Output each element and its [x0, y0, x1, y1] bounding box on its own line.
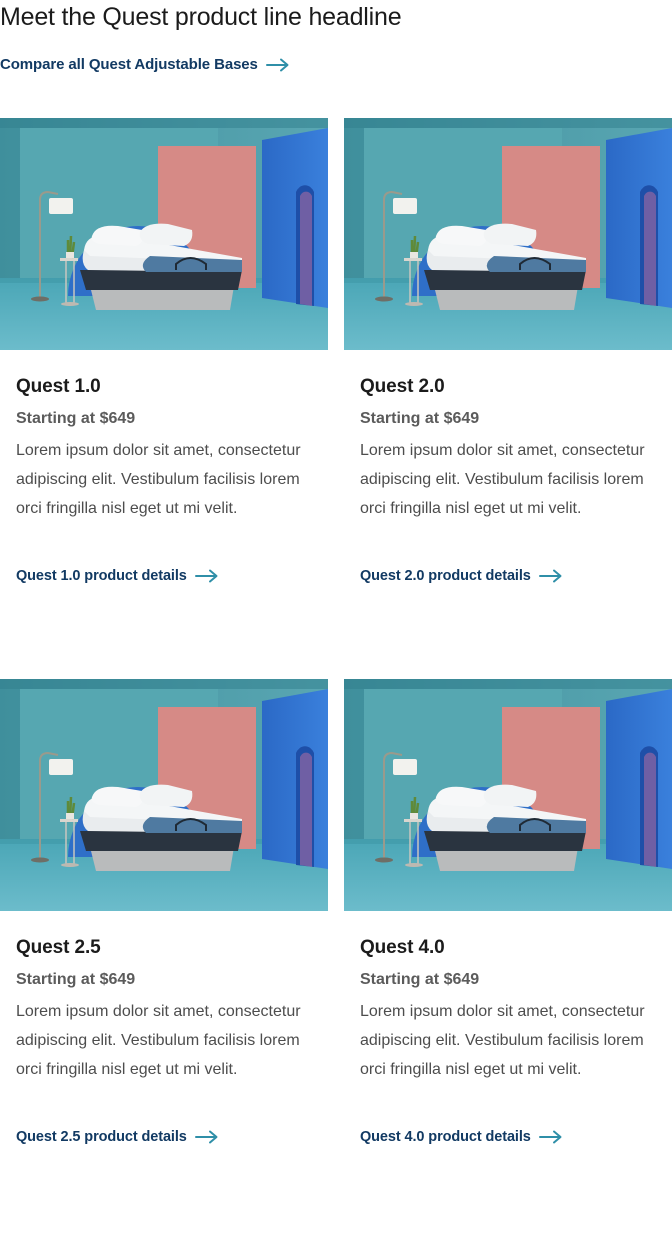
product-price: Starting at $649 — [360, 410, 480, 427]
product-details-link[interactable]: Quest 2.0 product details — [360, 568, 656, 584]
product-details-link[interactable]: Quest 2.5 product details — [16, 1129, 312, 1145]
compare-link-label: Compare all Quest Adjustable Bases — [0, 56, 258, 73]
product-details-link[interactable]: Quest 1.0 product details — [16, 568, 312, 584]
product-title: Quest 4.0 — [360, 937, 445, 958]
adjustable-bed-scene-image — [0, 679, 328, 911]
product-details-link[interactable]: Quest 4.0 product details — [360, 1129, 656, 1145]
product-title: Quest 1.0 — [16, 376, 101, 397]
arrow-right-icon — [538, 1130, 562, 1144]
product-card: Quest 1.0 Starting at $649 Lorem ipsum d… — [0, 118, 328, 679]
arrow-right-icon — [265, 58, 289, 71]
compare-all-bases-link[interactable]: Compare all Quest Adjustable Bases — [0, 56, 290, 73]
page-headline: Meet the Quest product line headline — [0, 3, 402, 31]
arrow-right-icon — [194, 1130, 218, 1144]
product-description: Lorem ipsum dolor sit amet, consectetur … — [16, 442, 301, 517]
arrow-right-icon — [194, 569, 218, 583]
product-card: Quest 4.0 Starting at $649 Lorem ipsum d… — [344, 679, 672, 1240]
arrow-right-icon — [538, 569, 562, 583]
product-details-label: Quest 2.5 product details — [16, 1129, 187, 1145]
product-price: Starting at $649 — [16, 971, 136, 988]
product-description: Lorem ipsum dolor sit amet, consectetur … — [16, 1003, 301, 1078]
product-title: Quest 2.5 — [16, 937, 101, 958]
product-description: Lorem ipsum dolor sit amet, consectetur … — [360, 442, 645, 517]
product-grid: Quest 1.0 Starting at $649 Lorem ipsum d… — [0, 118, 672, 1240]
product-card: Quest 2.5 Starting at $649 Lorem ipsum d… — [0, 679, 328, 1240]
product-card: Quest 2.0 Starting at $649 Lorem ipsum d… — [344, 118, 672, 679]
product-details-label: Quest 2.0 product details — [360, 568, 531, 584]
adjustable-bed-scene-image — [344, 679, 672, 911]
product-details-label: Quest 4.0 product details — [360, 1129, 531, 1145]
product-details-label: Quest 1.0 product details — [16, 568, 187, 584]
product-price: Starting at $649 — [16, 410, 136, 427]
adjustable-bed-scene-image — [0, 118, 328, 350]
adjustable-bed-scene-image — [344, 118, 672, 350]
product-description: Lorem ipsum dolor sit amet, consectetur … — [360, 1003, 645, 1078]
product-title: Quest 2.0 — [360, 376, 445, 397]
product-price: Starting at $649 — [360, 971, 480, 988]
